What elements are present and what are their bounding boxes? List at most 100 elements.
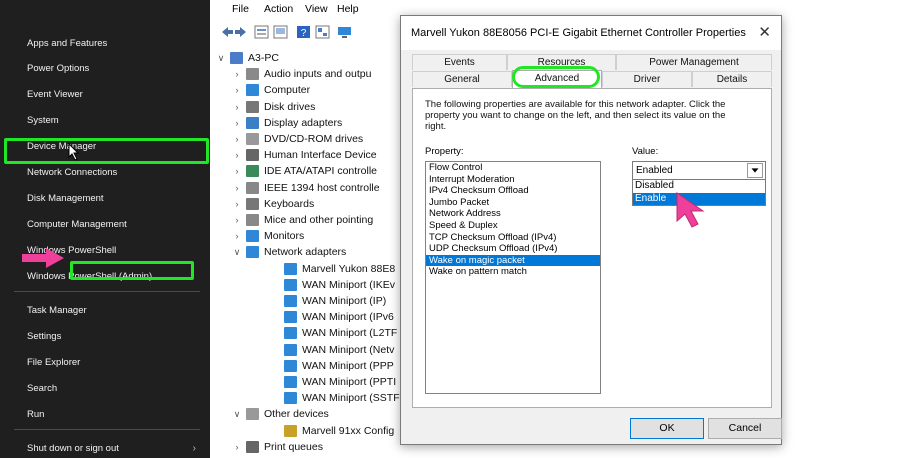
winx-item-label: Task Manager	[27, 305, 87, 316]
chevron-down-icon[interactable]: ∨	[232, 244, 242, 260]
tree-node[interactable]: › Print queues	[210, 439, 410, 455]
tree-node[interactable]: › Human Interface Device	[210, 147, 410, 163]
tab-driver[interactable]: Driver	[602, 71, 692, 87]
network-card-icon	[284, 376, 297, 388]
properties-dialog: Marvell Yukon 88E8056 PCI-E Gigabit Ethe…	[400, 15, 782, 445]
tree-node[interactable]: ∨ A3-PC	[210, 50, 410, 66]
winx-item-settings[interactable]: Settings	[0, 325, 210, 349]
winx-item-computer-management[interactable]: Computer Management	[0, 213, 210, 237]
tab-power-management[interactable]: Power Management	[616, 54, 772, 70]
winx-item-task-manager[interactable]: Task Manager	[0, 299, 210, 323]
winx-item-search[interactable]: Search	[0, 377, 210, 401]
tree-node-label: WAN Miniport (IKEv	[302, 278, 395, 291]
winx-item-event-viewer[interactable]: Event Viewer	[0, 83, 210, 107]
ok-button[interactable]: OK	[630, 418, 704, 439]
winx-item-system[interactable]: System	[0, 109, 210, 133]
tree-node[interactable]: WAN Miniport (PPTI	[210, 374, 410, 390]
scan-hardware-icon[interactable]	[273, 25, 288, 39]
tree-node-label: Network adapters	[264, 246, 347, 259]
tree-node[interactable]: › Computer	[210, 82, 410, 98]
monitor-toolbar-icon[interactable]	[337, 25, 352, 39]
winx-item-network-connections[interactable]: Network Connections	[0, 161, 210, 185]
property-item[interactable]: TCP Checksum Offload (IPv4)	[426, 232, 600, 244]
chevron-right-icon[interactable]: ›	[232, 66, 242, 82]
close-icon[interactable]: ✕	[758, 16, 771, 50]
tree-node[interactable]: › Disk drives	[210, 99, 410, 115]
tree-node[interactable]: WAN Miniport (L2TF	[210, 325, 410, 341]
tree-node[interactable]: › Keyboards	[210, 196, 410, 212]
tree-node-label: A3-PC	[248, 52, 279, 64]
tree-node[interactable]: ∨ Network adapters	[210, 244, 410, 260]
toolbar: ?	[210, 20, 410, 44]
winx-item-shut-down-or-sign-out[interactable]: Shut down or sign out ›	[0, 437, 210, 458]
tree-node[interactable]: ∨ Other devices	[210, 406, 410, 422]
property-item[interactable]: Flow Control	[426, 162, 600, 174]
property-item[interactable]: Jumbo Packet	[426, 197, 600, 209]
menu-file[interactable]: File	[232, 3, 249, 15]
chevron-right-icon[interactable]: ›	[232, 115, 242, 131]
tab-events[interactable]: Events	[412, 54, 507, 70]
winx-item-power-options[interactable]: Power Options	[0, 57, 210, 81]
tree-node[interactable]: Marvell Yukon 88E8	[210, 261, 410, 277]
tree-node[interactable]: › Display adapters	[210, 115, 410, 131]
tree-node[interactable]: WAN Miniport (IP)	[210, 293, 410, 309]
tree-node[interactable]: WAN Miniport (IKEv	[210, 277, 410, 293]
winx-item-disk-management[interactable]: Disk Management	[0, 187, 210, 211]
tree-node-label: IEEE 1394 host controlle	[264, 181, 380, 194]
value-select[interactable]: Enabled	[632, 161, 766, 180]
tab-details[interactable]: Details	[692, 71, 772, 87]
property-item[interactable]: IPv4 Checksum Offload	[426, 185, 600, 197]
property-item[interactable]: Interrupt Moderation	[426, 174, 600, 186]
tree-node[interactable]: WAN Miniport (SSTF	[210, 390, 410, 406]
tree-node[interactable]: › IDE ATA/ATAPI controlle	[210, 163, 410, 179]
tree-node[interactable]: › Audio inputs and outpu	[210, 66, 410, 82]
winx-item-apps-and-features[interactable]: Apps and Features	[0, 32, 210, 56]
device-tree: ∨ A3-PC › Audio inputs and outpu › Computer › D…	[210, 45, 410, 458]
tree-node-label: Keyboards	[264, 197, 315, 210]
tree-node-label: Marvell 91xx Config	[302, 424, 395, 437]
winx-item-run[interactable]: Run	[0, 403, 210, 427]
tree-node[interactable]: Marvell 91xx Config	[210, 423, 410, 439]
chevron-right-icon[interactable]: ›	[232, 82, 242, 98]
property-item[interactable]: Wake on pattern match	[426, 266, 600, 278]
chevron-right-icon[interactable]: ›	[232, 180, 242, 196]
winx-item-file-explorer[interactable]: File Explorer	[0, 351, 210, 375]
chevron-right-icon[interactable]: ›	[232, 131, 242, 147]
chevron-down-icon[interactable]: ∨	[216, 50, 226, 66]
menu-view[interactable]: View	[305, 3, 328, 15]
cancel-button[interactable]: Cancel	[708, 418, 782, 439]
chevron-right-icon[interactable]: ›	[232, 99, 242, 115]
winx-item-label: Computer Management	[27, 219, 127, 230]
property-list[interactable]: Flow Control Interrupt Moderation IPv4 Che…	[425, 161, 601, 394]
menu-action[interactable]: Action	[264, 3, 293, 15]
tree-node[interactable]: › Monitors	[210, 228, 410, 244]
computer-icon	[230, 52, 243, 64]
property-item[interactable]: Network Address	[426, 208, 600, 220]
monitor-icon	[246, 84, 259, 97]
tab-general[interactable]: General	[412, 71, 512, 87]
chevron-right-icon[interactable]: ›	[232, 212, 242, 228]
tree-node[interactable]: › Mice and other pointing	[210, 212, 410, 228]
tree-node[interactable]: WAN Miniport (IPv6	[210, 309, 410, 325]
chevron-down-icon[interactable]	[747, 163, 763, 178]
back-forward-icon[interactable]	[220, 25, 248, 39]
property-item[interactable]: Wake on magic packet	[426, 254, 600, 267]
chevron-right-icon[interactable]: ›	[232, 196, 242, 212]
help-icon[interactable]: ?	[296, 25, 311, 39]
menu-help[interactable]: Help	[337, 3, 359, 15]
chevron-down-icon[interactable]: ∨	[232, 406, 242, 422]
device-view-icon[interactable]	[315, 25, 330, 39]
chevron-right-icon[interactable]: ›	[232, 147, 242, 163]
property-item[interactable]: UDP Checksum Offload (IPv4)	[426, 243, 600, 255]
chevron-right-icon[interactable]: ›	[232, 163, 242, 179]
network-card-icon	[284, 343, 297, 356]
properties-sheet-icon[interactable]	[254, 25, 269, 39]
chevron-right-icon[interactable]: ›	[232, 439, 242, 455]
tree-node-label: WAN Miniport (PPP	[302, 359, 394, 372]
tree-node[interactable]: WAN Miniport (PPP	[210, 358, 410, 374]
property-item[interactable]: Speed & Duplex	[426, 220, 600, 232]
tree-node[interactable]: › IEEE 1394 host controlle	[210, 180, 410, 196]
tree-node[interactable]: › DVD/CD-ROM drives	[210, 131, 410, 147]
tree-node[interactable]: WAN Miniport (Netv	[210, 342, 410, 358]
chevron-right-icon[interactable]: ›	[232, 228, 242, 244]
